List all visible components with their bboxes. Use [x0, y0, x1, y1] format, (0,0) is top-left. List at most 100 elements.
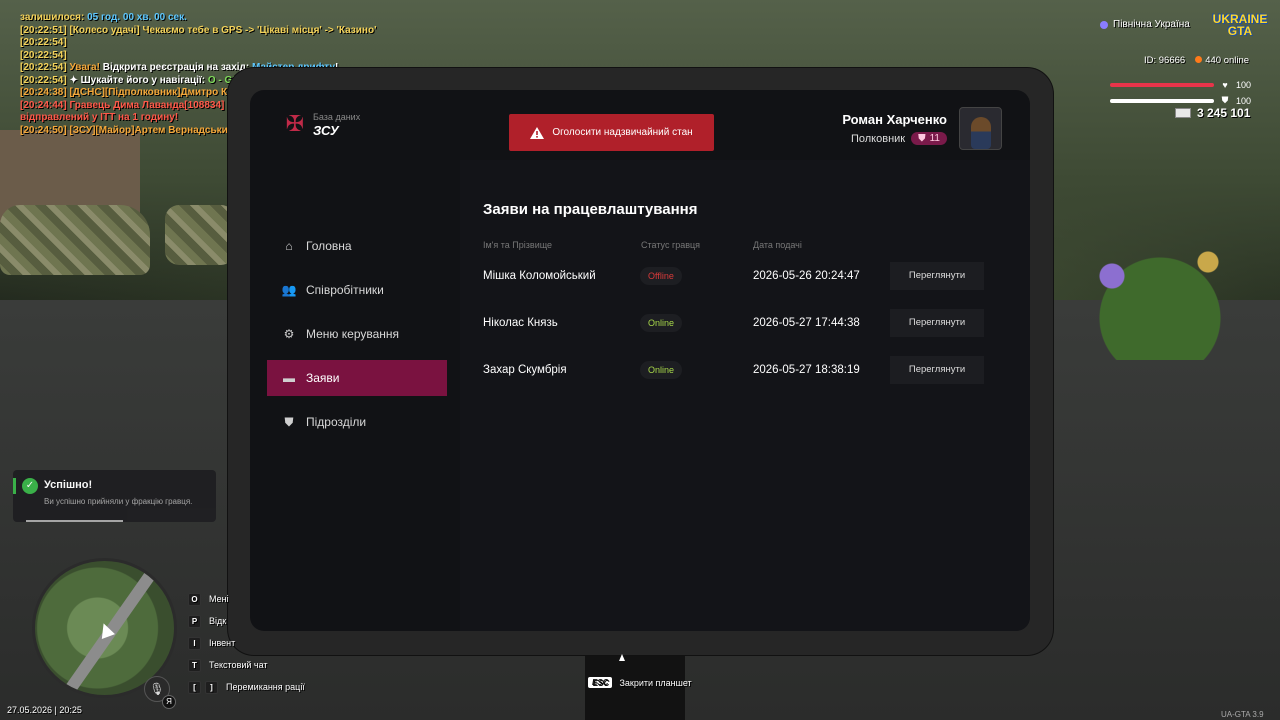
- applicant-name: Ніколас Князь: [483, 317, 558, 329]
- tablet-screen: ✠ База даних ЗСУ Оголосити надзвичайний …: [250, 90, 1030, 631]
- chat-segment: Відкрита реєстрація на захід:: [99, 62, 253, 73]
- column-header-name: Ім'я та Прізвище: [483, 240, 553, 250]
- toast-progress: [26, 520, 124, 522]
- shield-icon: ⛊: [284, 414, 294, 429]
- org-logo-text: База даних ЗСУ: [313, 112, 360, 138]
- rank-shield-icon: ⛊: [918, 133, 926, 144]
- mouse-cursor-icon: [619, 654, 625, 661]
- key-cap: T: [188, 658, 201, 672]
- nav-item-home[interactable]: ⌂ Головна: [267, 228, 447, 264]
- avatar-portrait: [970, 117, 991, 149]
- brand-logo: UKRAINE GTA: [1212, 10, 1268, 40]
- home-icon: ⌂: [285, 239, 293, 253]
- key-hint: O Мені: [188, 588, 305, 610]
- language-indicator: Я: [162, 695, 176, 709]
- user-rank-row: Полковник ⛊ 11: [842, 132, 947, 145]
- close-tablet-hint[interactable]: ESC Закрити планшет: [588, 677, 692, 688]
- rank-badge: ⛊ 11: [911, 132, 947, 145]
- users-icon: 👥: [281, 283, 297, 297]
- chat-line: [20:22:54]: [20, 50, 391, 63]
- online-count-label: 440 online: [1205, 55, 1250, 66]
- key-hints: O Мені P Відк I Інвент T Текстовий чат [] Перемик…: [188, 588, 305, 698]
- region-label: Північна Україна: [1113, 19, 1190, 30]
- submission-date: 2026-05-27 17:44:38: [753, 317, 860, 329]
- chat-line: залишилося: 05 год. 00 хв. 00 сек.: [20, 12, 391, 25]
- nav-item-shield[interactable]: ⛊ Підрозділи: [267, 404, 447, 440]
- key-cap: ]: [205, 680, 218, 694]
- online-icon: [1195, 56, 1203, 63]
- toast-message: Ви успішно прийняли у фракцію гравця.: [44, 497, 193, 506]
- tablet-frame: ✠ База даних ЗСУ Оголосити надзвичайний …: [228, 68, 1053, 655]
- key-hint: I Інвент: [188, 632, 305, 654]
- chat-segment: ✦ Шукайте його у навігації:: [69, 74, 208, 86]
- brand-logo-bottom: GTA: [1227, 24, 1253, 38]
- page-title: Заяви на працевлаштування: [483, 201, 698, 218]
- date-time: 27.05.2026 | 20:25: [7, 705, 82, 715]
- key-cap: P: [188, 614, 201, 628]
- key-hint-label: Текстовий чат: [209, 660, 268, 670]
- chat-segment: [20:22:54]: [20, 49, 67, 61]
- toast-accent: [13, 478, 16, 494]
- chat-segment: [20:22:54]: [20, 37, 67, 48]
- nav-item-folder[interactable]: ▬ Заяви: [267, 360, 447, 396]
- chat-segment: залишилося:: [20, 12, 85, 23]
- health-bar: [1110, 83, 1214, 87]
- column-header-date: Дата подачі: [753, 240, 802, 250]
- cash-icon: [1175, 108, 1191, 118]
- user-rank: Полковник: [850, 132, 906, 145]
- chat-segment: Увага!: [69, 62, 100, 73]
- view-button[interactable]: Переглянути: [890, 356, 984, 384]
- chat-segment: [20:22:54]: [20, 62, 70, 73]
- success-notification: ✓ Успішно! Ви успішно прийняли у фракцію…: [13, 470, 216, 522]
- submission-date: 2026-05-26 20:24:47: [753, 270, 860, 282]
- key-hint-label: Інвент: [209, 638, 236, 648]
- player-id: ID: 96666: [1144, 55, 1186, 66]
- applicant-name: Захар Скумбрія: [483, 364, 567, 376]
- applicant-name: Мішка Коломойський: [483, 270, 596, 282]
- key-cap: [: [188, 680, 201, 694]
- key-group: []: [188, 680, 218, 694]
- background-military-car-2: [165, 205, 235, 265]
- chat-segment: [20:22:54]: [20, 74, 70, 86]
- avatar: [959, 107, 1002, 150]
- armor-bar: [1110, 98, 1214, 103]
- content-panel: [460, 160, 1030, 631]
- health-value: 100: [1236, 80, 1252, 90]
- nav-item-label: Меню керування: [306, 327, 400, 341]
- table-row: Захар Скумбрія Online 2026-05-27 18:38:19 П…: [483, 356, 1003, 386]
- key-hint: [] Перемикання рації: [188, 676, 305, 698]
- status-badge: Online: [640, 314, 683, 332]
- nav-item-label: Співробітники: [306, 283, 384, 297]
- chat-segment: відправлений у ІТТ на 1 годину!: [20, 112, 179, 123]
- db-label: База даних: [313, 112, 361, 122]
- org-logo: ✠ База даних ЗСУ: [283, 112, 360, 138]
- emergency-button[interactable]: Оголосити надзвичайний стан: [509, 114, 714, 151]
- key-cap: I: [188, 636, 201, 650]
- nav-item-users[interactable]: 👥 Співробітники: [267, 272, 447, 308]
- chat-line: [20:22:54]: [20, 37, 391, 50]
- submission-date: 2026-05-27 18:38:19: [753, 364, 860, 376]
- user-profile: Роман Харченко Полковник ⛊ 11: [842, 107, 1002, 150]
- folder-icon: ▬: [283, 371, 295, 385]
- key-hint: T Текстовий чат: [188, 654, 305, 676]
- nav-item-gear[interactable]: ⚙ Меню керування: [267, 316, 447, 352]
- gear-icon: ⚙: [283, 327, 295, 341]
- key-hint-label: Відк: [209, 616, 227, 626]
- column-header-status: Статус гравця: [641, 240, 701, 250]
- org-label: ЗСУ: [313, 123, 339, 138]
- warning-icon: [530, 126, 545, 139]
- status-badge: Offline: [640, 267, 682, 285]
- emergency-button-label: Оголосити надзвичайний стан: [552, 127, 693, 138]
- key-hint-label: Перемикання рації: [226, 682, 305, 692]
- view-button[interactable]: Переглянути: [890, 262, 984, 290]
- table-row: Ніколас Князь Online 2026-05-27 17:44:38 Пе…: [483, 309, 1003, 339]
- key-cap: O: [188, 592, 201, 606]
- check-icon: ✓: [22, 478, 38, 494]
- health-bar-row: ♥ 100: [1110, 80, 1260, 90]
- player-id-row: ID: 96666 440 online: [1144, 55, 1249, 66]
- region-icon: [1100, 20, 1108, 29]
- background-military-car: [0, 205, 150, 275]
- view-button[interactable]: Переглянути: [890, 309, 984, 337]
- region-indicator: Північна Україна: [1100, 19, 1190, 30]
- version-label: UA-GTA 3.9: [1221, 710, 1264, 719]
